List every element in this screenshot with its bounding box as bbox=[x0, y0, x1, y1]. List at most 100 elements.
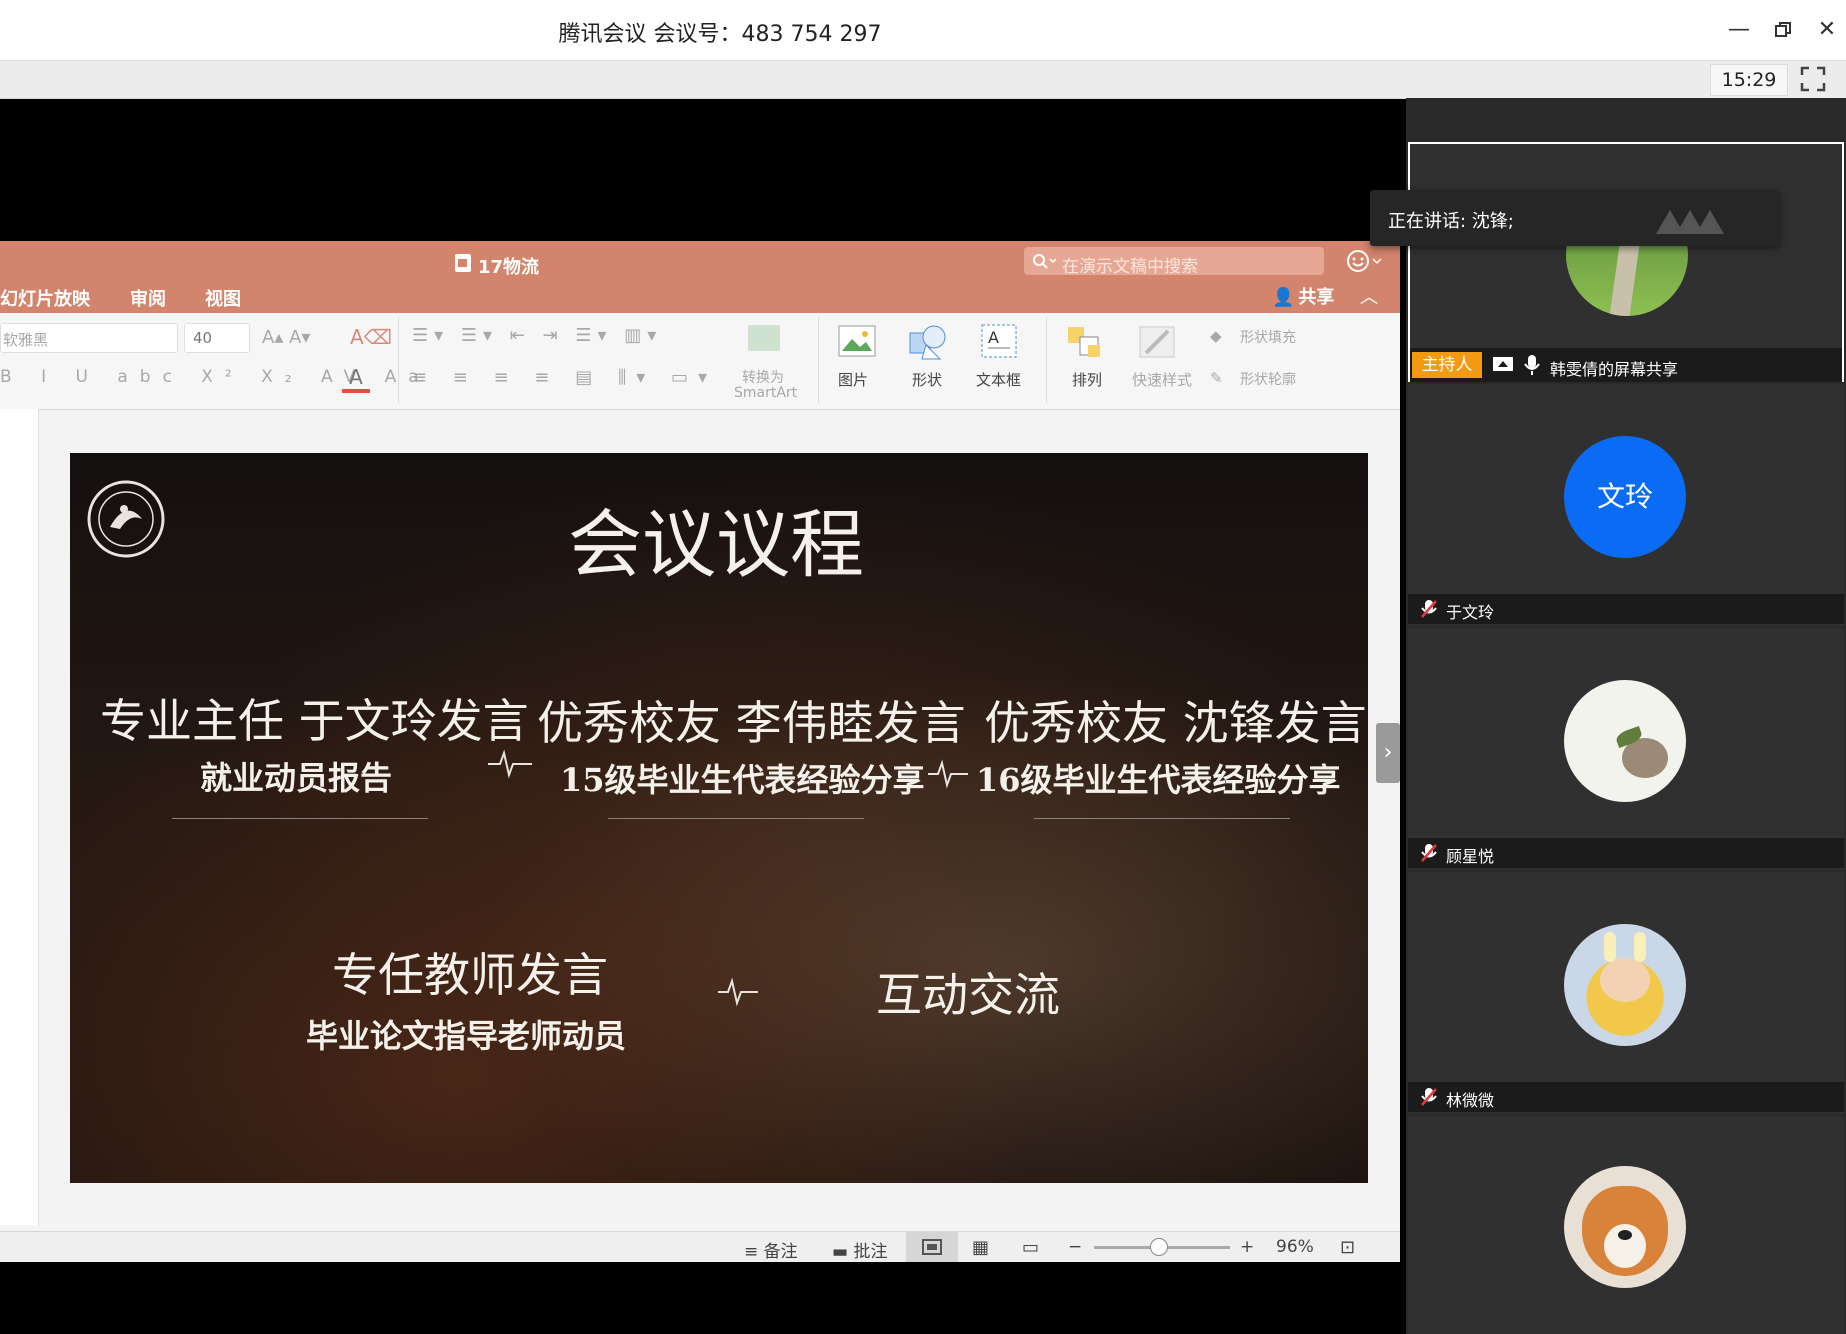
host-namebar: 主持人 韩雯倩的屏幕共享 bbox=[1410, 348, 1842, 382]
zoom-in-button[interactable]: + bbox=[1240, 1237, 1254, 1257]
participant-namebar: 于文玲 bbox=[1408, 594, 1844, 624]
agenda-sub-2: 15级毕业生代表经验分享 bbox=[560, 761, 925, 799]
avatar: 文玲 bbox=[1564, 436, 1686, 558]
screen-share-label: 韩雯倩的屏幕共享 bbox=[1550, 360, 1679, 379]
tab-review[interactable]: 审阅 bbox=[130, 285, 166, 311]
font-name-value: 软雅黑 bbox=[3, 331, 49, 349]
meeting-toolbar bbox=[0, 61, 1846, 99]
quick-styles-icon bbox=[1139, 326, 1175, 358]
textbox-icon: A bbox=[981, 324, 1017, 358]
meeting-clock: 15:29 bbox=[1710, 64, 1788, 96]
notes-icon: ≡ bbox=[744, 1242, 759, 1262]
shape-button[interactable]: 形状 bbox=[898, 317, 958, 403]
slide: 会议议程 专业主任 于文玲发言 就业动员报告 优秀校友 李伟睦发言 15级毕业生… bbox=[70, 453, 1368, 1183]
screen-share-icon bbox=[1493, 357, 1513, 371]
window-title: 腾讯会议 会议号：483 754 297 bbox=[558, 22, 882, 47]
ppt-ribbon: 软雅黑 40 A▴ A▾ A⌫ B I U abc X² X₂ AV Aa A … bbox=[0, 313, 1400, 410]
agenda-sub-1: 就业动员报告 bbox=[200, 759, 393, 797]
smartart-icon bbox=[748, 325, 780, 351]
avatar bbox=[1564, 924, 1686, 1046]
close-button[interactable]: ✕ bbox=[1810, 14, 1844, 46]
agenda-sub-3: 16级毕业生代表经验分享 bbox=[976, 761, 1341, 799]
arrange-label: 排列 bbox=[1072, 371, 1103, 389]
tab-view[interactable]: 视图 bbox=[205, 285, 241, 311]
notes-label: 备注 bbox=[763, 1242, 798, 1262]
comments-button[interactable]: ▬ 批注 bbox=[832, 1237, 887, 1262]
fit-slide-icon[interactable]: ⊡ bbox=[1340, 1237, 1355, 1258]
zoom-out-button[interactable]: − bbox=[1068, 1237, 1082, 1257]
slide-sorter-icon[interactable]: ▦ bbox=[972, 1237, 989, 1258]
comments-label: 批注 bbox=[853, 1242, 888, 1262]
align-icons[interactable]: ≡ ≡ ≡ ≡ ▤ ⫼▾ ▭▾ bbox=[412, 367, 717, 388]
grow-font-icon[interactable]: A▴ A▾ bbox=[262, 327, 310, 348]
share-label: 共享 bbox=[1298, 287, 1335, 308]
mic-muted-icon bbox=[1421, 844, 1437, 862]
font-color-icon[interactable]: A bbox=[336, 365, 376, 395]
clear-format-icon[interactable]: A⌫ bbox=[350, 325, 392, 349]
participant-namebar: 林微微 bbox=[1408, 1082, 1844, 1112]
smartart-label: SmartArt bbox=[734, 385, 798, 401]
speaking-text: 正在讲话: 沈锋; bbox=[1388, 211, 1514, 232]
participant-name: 顾星悦 bbox=[1446, 847, 1495, 866]
ppt-share-button[interactable]: 👤 共享 bbox=[1272, 283, 1334, 309]
quick-styles-button[interactable]: 快速样式 bbox=[1128, 317, 1196, 403]
participant-name: 于文玲 bbox=[1446, 603, 1495, 622]
sound-wave-icon bbox=[1656, 210, 1724, 234]
picture-button[interactable]: 图片 bbox=[828, 317, 888, 403]
smiley-icon[interactable] bbox=[1346, 249, 1382, 273]
pen-icon: ✎ bbox=[1210, 369, 1223, 387]
agenda-heading-3: 优秀校友 沈锋发言 bbox=[984, 696, 1367, 750]
notes-button[interactable]: ≡ 备注 bbox=[744, 1237, 798, 1262]
picture-icon bbox=[838, 325, 876, 357]
arrange-button[interactable]: 排列 bbox=[1058, 317, 1118, 403]
participant-name: 林微微 bbox=[1446, 1091, 1495, 1110]
title-bar: 腾讯会议 会议号：483 754 297 — ✕ bbox=[0, 0, 1846, 61]
arrange-icon bbox=[1068, 327, 1100, 357]
convert-label: 转换为 bbox=[742, 370, 784, 386]
ppt-title-bar: 17物流 在演示文稿中搜索 幻灯片放映 审阅 视图 👤 共享 ︿ bbox=[0, 241, 1400, 313]
zoom-slider-thumb[interactable] bbox=[1150, 1238, 1168, 1256]
font-name-select[interactable]: 软雅黑 bbox=[0, 323, 178, 353]
participant-tile[interactable]: 林微微 bbox=[1408, 872, 1844, 1114]
font-size-select[interactable]: 40 bbox=[184, 323, 250, 353]
list-icons[interactable]: ☰▾ ☰▾ ⇤ ⇥ ☰▾ ▥▾ bbox=[412, 325, 662, 346]
normal-view-icon bbox=[922, 1239, 942, 1255]
fullscreen-icon[interactable] bbox=[1800, 66, 1826, 92]
svg-text:A: A bbox=[988, 328, 999, 347]
zoom-level[interactable]: 96% bbox=[1276, 1237, 1314, 1257]
participant-tile[interactable]: 顾星悦 bbox=[1408, 628, 1844, 870]
ppt-status-bar: ≡ 备注 ▬ 批注 ▦ ▭ − + 96% ⊡ bbox=[0, 1231, 1400, 1262]
mic-muted-icon bbox=[1421, 1088, 1437, 1106]
tab-slideshow[interactable]: 幻灯片放映 bbox=[0, 285, 90, 311]
next-slide-arrow[interactable]: › bbox=[1376, 723, 1400, 783]
collapse-ribbon-icon[interactable]: ︿ bbox=[1360, 283, 1378, 309]
microphone-icon bbox=[1524, 355, 1540, 375]
agenda-heading-1: 专业主任 于文玲发言 bbox=[100, 694, 529, 748]
mic-muted-icon bbox=[1421, 600, 1437, 618]
pulse-icon bbox=[488, 749, 532, 779]
search-icon bbox=[1033, 254, 1056, 269]
slide-thumbnail-rail[interactable] bbox=[0, 409, 39, 1225]
textbox-button[interactable]: A 文本框 bbox=[966, 317, 1036, 403]
divider-line bbox=[1034, 818, 1290, 819]
font-size-value: 40 bbox=[193, 329, 213, 347]
normal-view-button[interactable] bbox=[906, 1232, 958, 1262]
agenda-heading-5: 互动交流 bbox=[876, 968, 1060, 1022]
restore-button[interactable] bbox=[1766, 14, 1800, 46]
agenda-sub-4: 毕业论文指导老师动员 bbox=[306, 1017, 627, 1055]
convert-smartart-button[interactable]: 转换为 SmartArt bbox=[734, 317, 797, 403]
participant-tile-host[interactable]: 主持人 韩雯倩的屏幕共享 bbox=[1408, 142, 1844, 382]
participant-tile[interactable] bbox=[1408, 1116, 1844, 1334]
search-placeholder: 在演示文稿中搜索 bbox=[1062, 257, 1198, 277]
participant-tile[interactable]: 文玲 于文玲 bbox=[1408, 384, 1844, 626]
textbox-label: 文本框 bbox=[976, 371, 1022, 389]
minimize-button[interactable]: — bbox=[1722, 14, 1756, 46]
ppt-search[interactable]: 在演示文稿中搜索 bbox=[1024, 247, 1324, 277]
shape-fill-button[interactable]: ◆ 形状填充 bbox=[1210, 323, 1330, 351]
presenter-view-icon[interactable]: ▭ bbox=[1022, 1237, 1039, 1258]
shape-outline-label: 形状轮廓 bbox=[1240, 372, 1296, 388]
speaking-indicator: 正在讲话: 沈锋; bbox=[1370, 190, 1780, 246]
agenda-heading-2: 优秀校友 李伟睦发言 bbox=[537, 696, 966, 750]
shape-outline-button[interactable]: ✎ 形状轮廓 bbox=[1210, 365, 1330, 393]
avatar bbox=[1564, 1166, 1686, 1288]
